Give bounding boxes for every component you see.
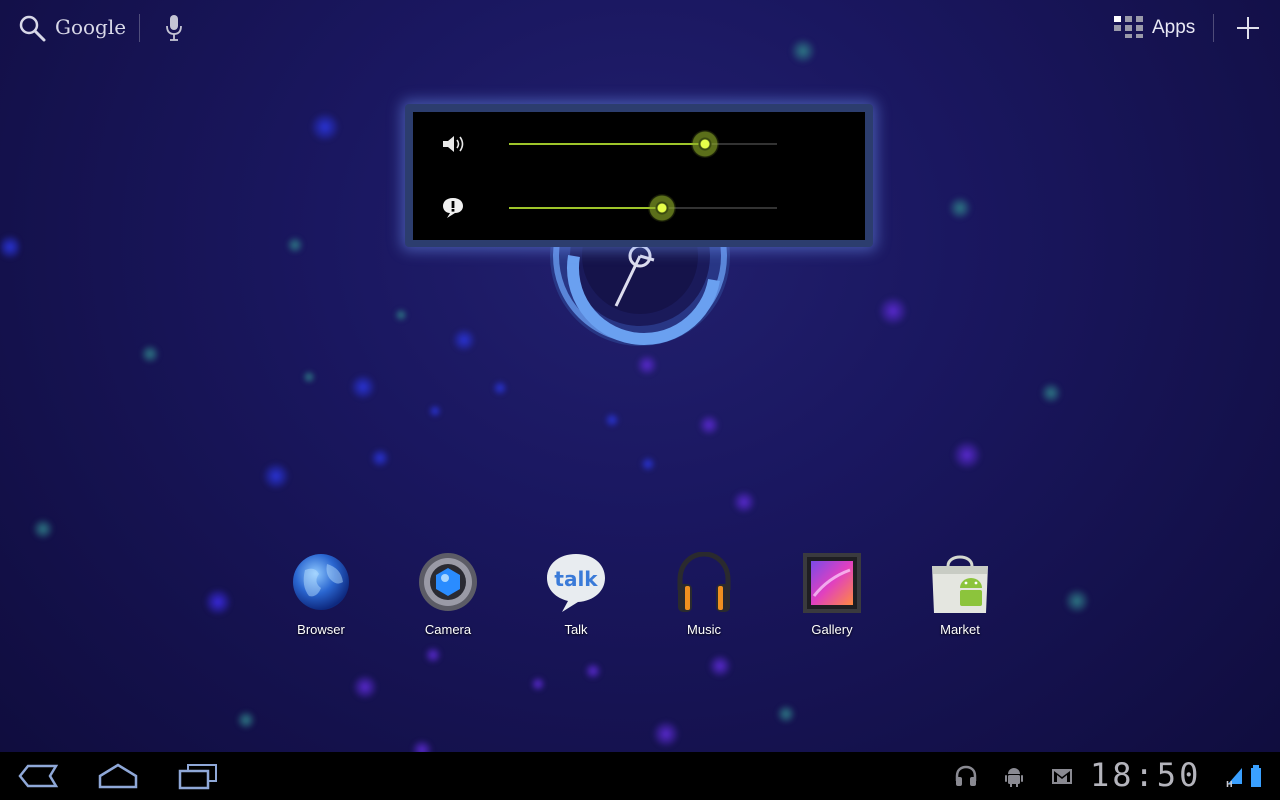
app-music[interactable]: Music	[649, 548, 759, 643]
talk-icon-text: talk	[554, 567, 598, 591]
gmail-icon[interactable]	[1050, 764, 1074, 788]
apps-label: Apps	[1152, 17, 1196, 38]
top-bar: Google Apps	[0, 0, 1280, 56]
home-icon[interactable]	[96, 762, 140, 790]
divider	[1213, 14, 1214, 42]
notification-volume-slider[interactable]	[509, 194, 777, 222]
app-browser[interactable]: Browser	[266, 548, 376, 643]
notification-volume-row	[413, 188, 865, 228]
network-type-label: H	[1226, 780, 1233, 788]
headphones-icon	[677, 552, 731, 612]
system-bar: 18:50 H	[0, 752, 1280, 800]
app-market[interactable]: Market	[905, 548, 1015, 643]
media-volume-row	[413, 124, 865, 164]
slider-thumb[interactable]	[647, 194, 676, 222]
search-icon[interactable]	[18, 14, 46, 42]
app-label: Camera	[424, 622, 472, 637]
signal-icon[interactable]: H	[1224, 764, 1244, 788]
volume-panel	[405, 104, 873, 247]
google-search-label[interactable]: Google	[55, 15, 126, 39]
apps-button[interactable]: Apps	[1110, 12, 1200, 44]
app-label: Music	[687, 622, 721, 637]
app-label: Market	[940, 622, 980, 637]
slider-fill	[509, 207, 662, 209]
app-label: Browser	[297, 622, 345, 637]
volume-panel-body	[413, 112, 865, 240]
back-icon[interactable]	[16, 762, 60, 790]
home-dock: Browser Camera talk Talk Music Gallery M…	[0, 548, 1280, 648]
app-talk[interactable]: talk Talk	[521, 548, 631, 643]
talk-bubble-icon: talk	[547, 554, 605, 612]
divider	[139, 14, 140, 42]
app-gallery[interactable]: Gallery	[777, 548, 887, 643]
plus-icon[interactable]	[1234, 14, 1262, 42]
speaker-icon	[443, 136, 464, 152]
slider-fill	[509, 143, 705, 145]
app-camera[interactable]: Camera	[393, 548, 503, 643]
notification-icon	[443, 198, 463, 218]
recent-apps-icon[interactable]	[176, 762, 220, 790]
microphone-icon[interactable]	[164, 13, 184, 43]
camera-lens-icon	[419, 553, 477, 611]
market-bag-icon	[932, 555, 988, 613]
battery-icon[interactable]	[1248, 764, 1264, 788]
gallery-frame-icon	[803, 553, 861, 613]
media-volume-slider[interactable]	[509, 130, 777, 158]
apps-grid-icon	[1114, 16, 1143, 38]
browser-globe-icon	[293, 554, 349, 610]
app-label: Talk	[564, 622, 588, 637]
android-debug-icon[interactable]	[1002, 764, 1026, 788]
slider-thumb[interactable]	[690, 130, 719, 158]
headphones-status-icon[interactable]	[954, 764, 978, 788]
app-label: Gallery	[811, 622, 853, 637]
status-clock[interactable]: 18:50	[1090, 756, 1201, 794]
